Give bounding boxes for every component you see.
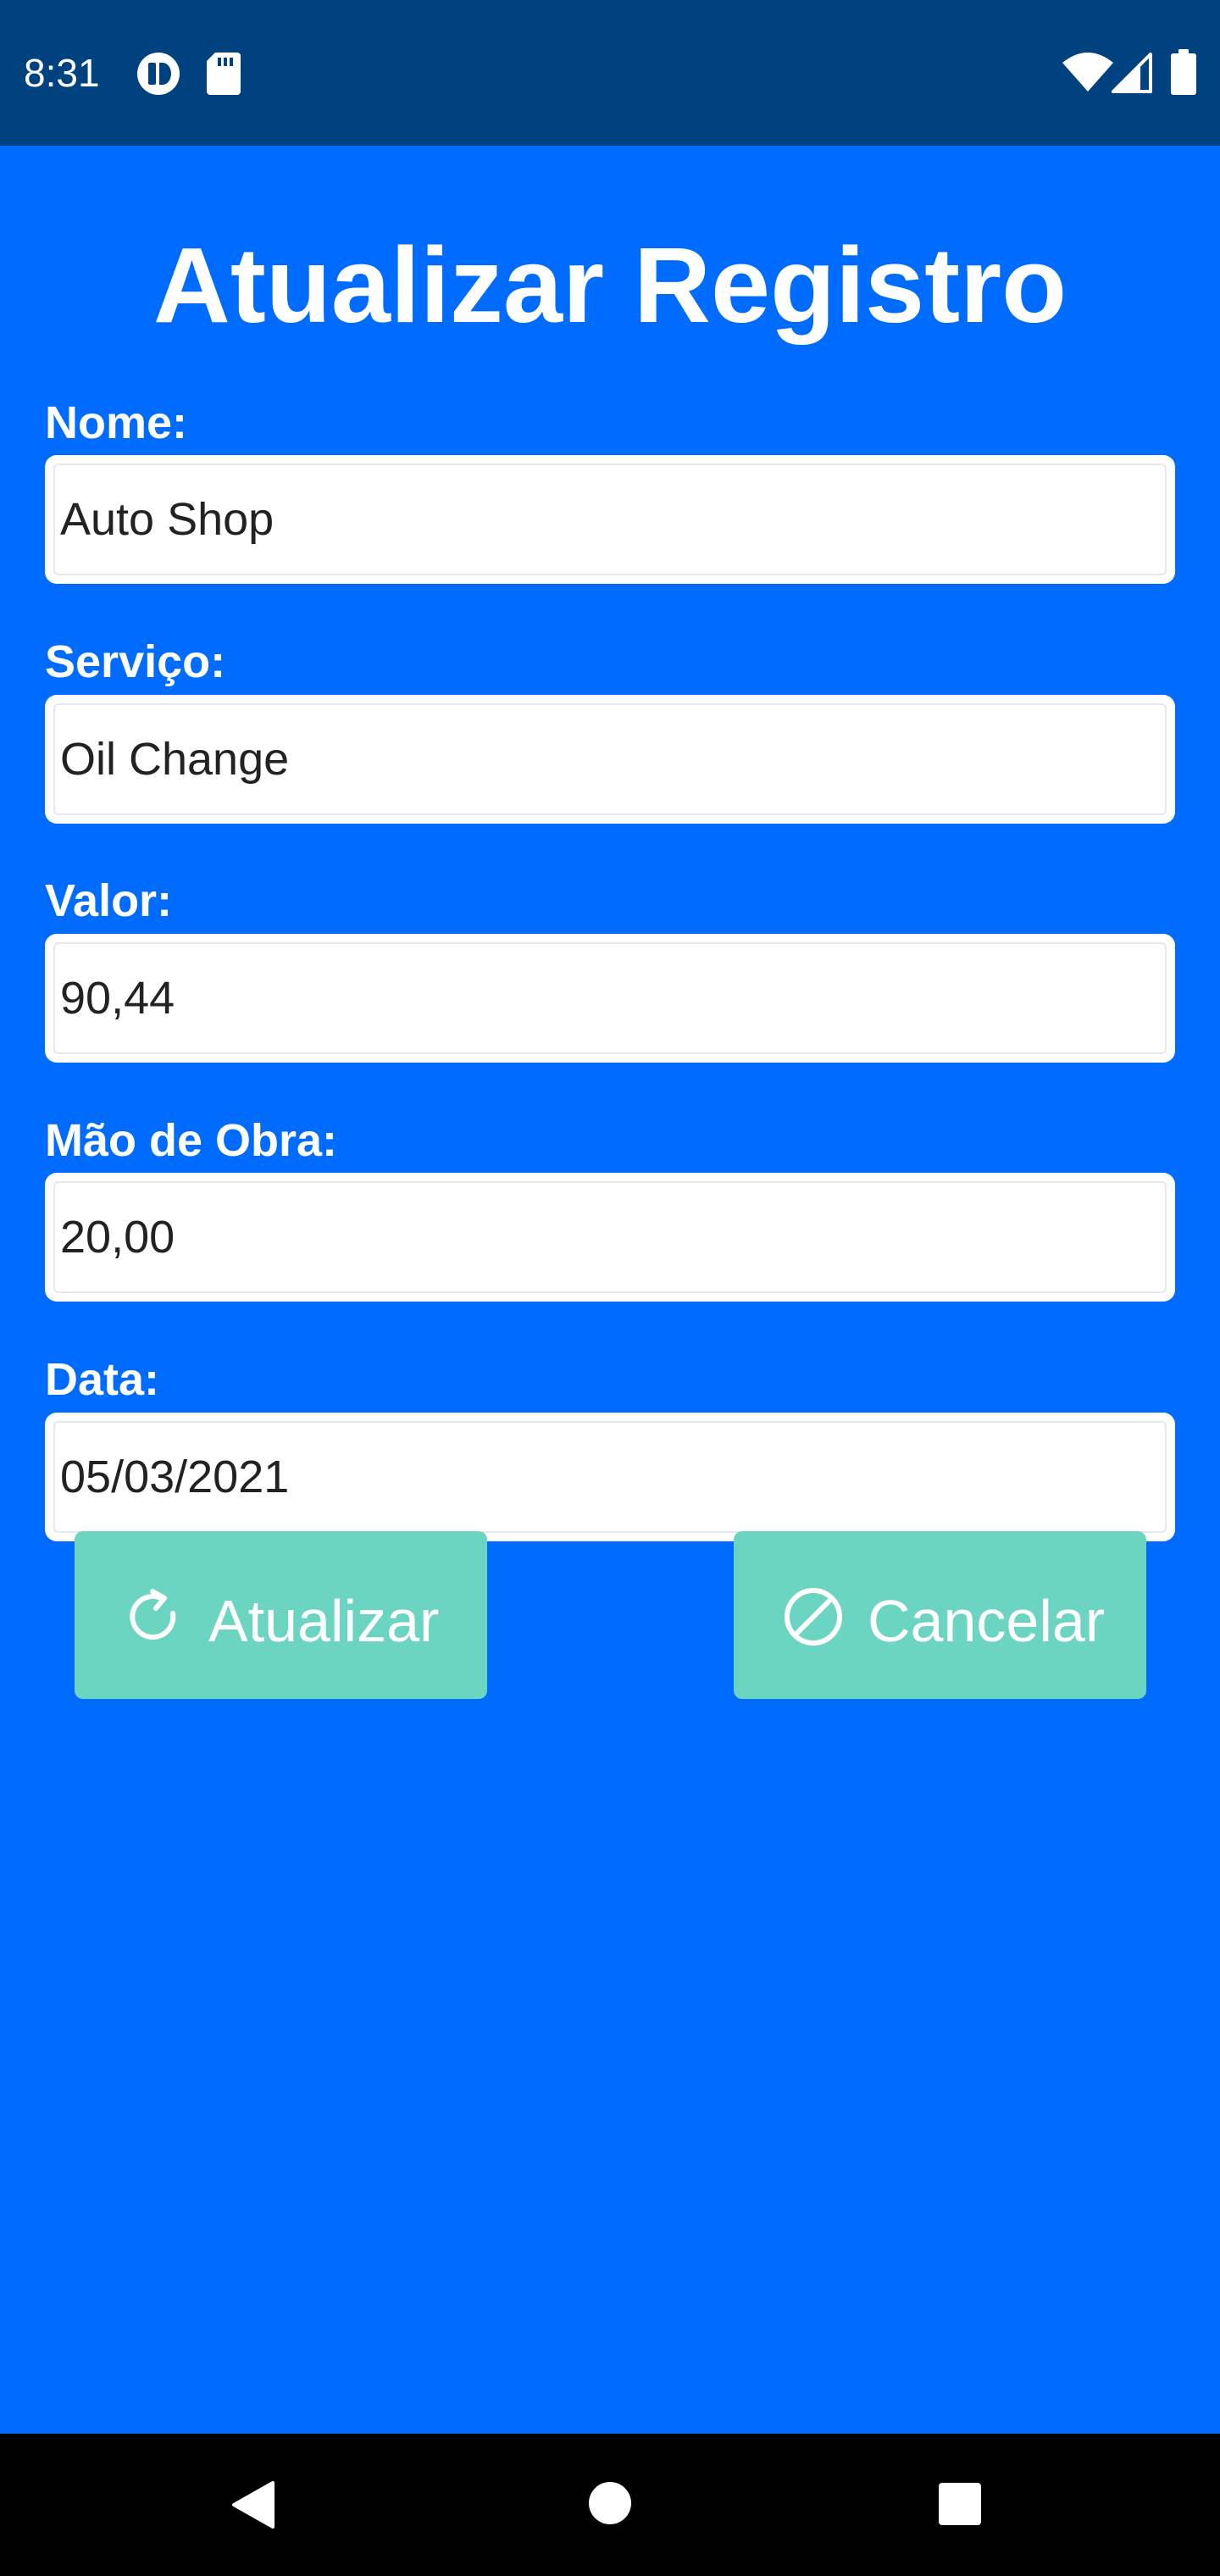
page-title: Atualizar Registro xyxy=(152,225,1068,345)
servico-label: Serviço: xyxy=(45,636,226,687)
battery-icon xyxy=(1171,49,1196,95)
cancel-button[interactable]: Cancelar xyxy=(734,1531,1146,1699)
recents-icon[interactable] xyxy=(939,2483,981,2525)
nome-field xyxy=(45,455,1175,584)
sd-card-icon xyxy=(207,53,241,95)
update-record-screen: Atualizar Registro Nome: Serviço: Valor:… xyxy=(0,146,1220,2434)
servico-field xyxy=(45,695,1175,824)
refresh-icon xyxy=(130,1589,176,1640)
cancel-icon xyxy=(785,1588,842,1646)
valor-input[interactable] xyxy=(57,946,1150,1051)
wifi-icon xyxy=(1062,53,1113,92)
cell-signal-icon xyxy=(1112,53,1152,93)
back-icon[interactable] xyxy=(230,2481,276,2529)
mao-de-obra-input[interactable] xyxy=(57,1185,1150,1290)
cancel-button-label: Cancelar xyxy=(868,1588,1106,1654)
data-label: Data: xyxy=(45,1354,160,1405)
nome-input[interactable] xyxy=(57,467,1150,572)
valor-label: Valor: xyxy=(45,875,173,926)
nome-label: Nome: xyxy=(45,397,188,448)
data-field xyxy=(45,1413,1175,1541)
valor-field xyxy=(45,934,1175,1063)
update-button[interactable]: Atualizar xyxy=(75,1531,487,1699)
servico-input[interactable] xyxy=(57,707,1150,812)
mao-de-obra-label: Mão de Obra: xyxy=(45,1115,338,1166)
status-bar: 8:31 xyxy=(0,0,1220,146)
navigation-bar xyxy=(0,2434,1220,2576)
update-button-label: Atualizar xyxy=(208,1588,440,1654)
app-notification-icon xyxy=(137,53,180,95)
status-time: 8:31 xyxy=(24,51,100,95)
mao-de-obra-field xyxy=(45,1173,1175,1302)
home-icon[interactable] xyxy=(588,2481,632,2525)
data-input[interactable] xyxy=(57,1424,1150,1530)
